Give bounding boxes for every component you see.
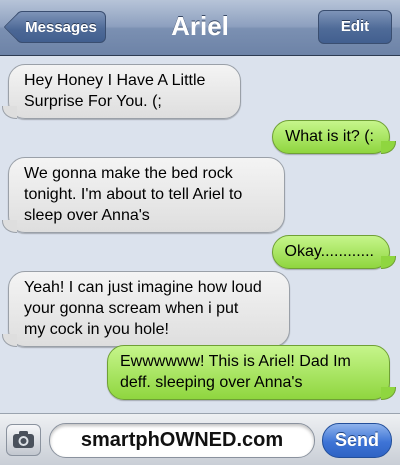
received-message-bubble: Hey Honey I Have A Little Surprise For Y… — [2, 64, 241, 119]
sent-message-bubble: What is it? (: — [272, 120, 396, 154]
send-button[interactable]: Send — [322, 423, 392, 458]
sent-message-bubble: Okay............ — [271, 235, 396, 269]
message-thread[interactable]: Hey Honey I Have A Little Surprise For Y… — [0, 56, 400, 410]
received-message-bubble: We gonna make the bed rock tonight. I'm … — [2, 157, 285, 233]
camera-button[interactable] — [6, 424, 41, 456]
received-message-bubble: Yeah! I can just imagine how loud your g… — [2, 271, 290, 347]
message-input[interactable]: smartphOWNED.com — [49, 423, 315, 458]
sent-message-bubble: Ewwwwww! This is Ariel! Dad Im deff. sle… — [107, 345, 396, 400]
camera-icon — [13, 431, 34, 448]
edit-button[interactable]: Edit — [318, 10, 392, 44]
navigation-bar: Messages Ariel Edit — [0, 0, 400, 56]
compose-toolbar: smartphOWNED.com Send — [0, 413, 400, 465]
